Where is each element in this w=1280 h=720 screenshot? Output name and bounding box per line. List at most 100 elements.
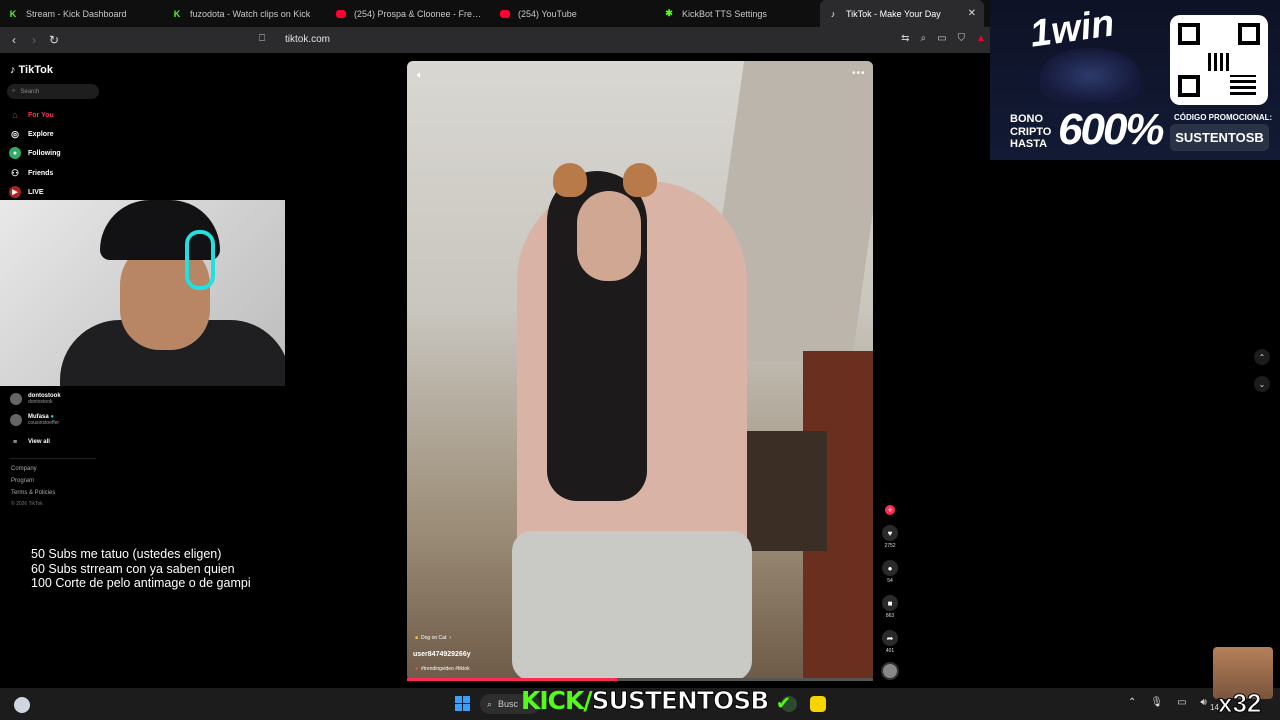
ad-percent: 600% bbox=[1058, 105, 1165, 154]
nav-following[interactable]: ● Following bbox=[9, 146, 129, 160]
tab-label: Stream - Kick Dashboard bbox=[26, 8, 127, 19]
goal-line: 50 Subs me tatuo (ustedes eligen) bbox=[31, 547, 222, 561]
video-progress-bar[interactable] bbox=[407, 678, 873, 681]
qr-pattern bbox=[1230, 75, 1256, 95]
sub-multiplier: x32 bbox=[1217, 688, 1262, 719]
shield-icon[interactable]: ⛉ bbox=[958, 33, 966, 44]
hashtag-text: #trendingvideo #tiktok bbox=[421, 666, 470, 672]
ad-helmet-graphic bbox=[1040, 48, 1140, 103]
nav-label: Explore bbox=[28, 130, 54, 138]
view-all-label: View all bbox=[28, 439, 50, 445]
compass-icon: ◎ bbox=[11, 128, 19, 139]
search-input[interactable]: ⌕ Search bbox=[7, 84, 99, 99]
nav-explore[interactable]: ◎ Explore bbox=[9, 127, 129, 141]
goal-line: 60 Subs strream con ya saben quien bbox=[31, 561, 235, 576]
tab-fuzodota-clips[interactable]: K fuzodota - Watch clips on Kick bbox=[164, 0, 328, 27]
dog-ear-filter-left bbox=[553, 163, 587, 197]
speaker-icon[interactable]: 🔊︎ bbox=[1201, 697, 1207, 708]
tab-youtube-prospa[interactable]: (254) Prospa & Cloonee - Free Your bbox=[328, 0, 492, 27]
music-disc-icon[interactable] bbox=[881, 662, 899, 680]
previous-video-button[interactable]: ⌃ bbox=[1254, 349, 1270, 365]
youtube-icon bbox=[336, 9, 346, 18]
hashtag-emoji-icon: ● bbox=[415, 666, 419, 672]
video-person-face bbox=[577, 191, 641, 281]
url-field[interactable]: tiktok.com bbox=[285, 34, 330, 45]
windows-start-icon[interactable] bbox=[455, 696, 470, 711]
effect-tag[interactable]: ■ Dog on Cat › bbox=[415, 635, 451, 641]
save-button[interactable]: ■ 863 bbox=[880, 595, 900, 619]
comment-button[interactable]: ● 54 bbox=[880, 560, 900, 584]
chevron-up-icon: ⌃ bbox=[1258, 352, 1266, 362]
following-account[interactable]: Mufasa ● cousinstoeffer bbox=[10, 414, 59, 426]
video-hashtags[interactable]: ● #trendingvideo #tiktok bbox=[415, 666, 470, 672]
chevron-down-icon: ⌄ bbox=[1258, 379, 1266, 389]
footer-terms[interactable]: Terms & Policies bbox=[11, 490, 55, 496]
tiktok-logo[interactable]: ♪ TikTok bbox=[10, 64, 53, 76]
more-options-icon[interactable]: ••• bbox=[852, 68, 866, 79]
network-icon[interactable]: ▭ bbox=[1177, 697, 1186, 708]
weather-widget-icon[interactable] bbox=[14, 697, 30, 713]
footer-program[interactable]: Program bbox=[11, 478, 34, 484]
tiktok-icon: ♪ bbox=[830, 8, 836, 19]
zoom-icon[interactable]: ⌕ bbox=[921, 33, 927, 44]
share-button[interactable]: ➦ 401 bbox=[880, 630, 900, 654]
volume-icon[interactable]: 🔈︎ bbox=[417, 70, 423, 81]
extension-icon[interactable]: ▲ bbox=[976, 33, 986, 44]
streamer-webcam bbox=[0, 200, 285, 386]
back-arrow-icon[interactable]: ‹ bbox=[4, 33, 24, 47]
qr-finder bbox=[1178, 23, 1200, 45]
nav-for-you[interactable]: ⌂ For You bbox=[9, 108, 129, 122]
kick-icon: K bbox=[173, 8, 181, 19]
youtube-icon bbox=[500, 9, 510, 18]
nav-friends[interactable]: ⚇ Friends bbox=[9, 166, 129, 180]
share-icon: ➦ bbox=[882, 630, 898, 646]
footer-copyright: © 2026 TikTok bbox=[11, 501, 43, 507]
tab-tiktok[interactable]: ♪ TikTok - Make Your Day ✕ bbox=[820, 0, 984, 27]
ad-code-label: CÓDIGO PROMOCIONAL: bbox=[1174, 113, 1273, 122]
tab-youtube[interactable]: (254) YouTube bbox=[492, 0, 656, 27]
kick-banner-name: SUSTENTOSB bbox=[591, 686, 770, 716]
qr-pattern bbox=[1208, 53, 1230, 71]
ad-bono-line: HASTA bbox=[1010, 138, 1048, 150]
video-player[interactable] bbox=[407, 61, 873, 681]
comment-icon: ● bbox=[882, 560, 898, 576]
tab-label: (254) Prospa & Cloonee - Free Your bbox=[354, 8, 484, 19]
forward-arrow-icon[interactable]: › bbox=[24, 33, 44, 47]
sticky-notes-icon[interactable] bbox=[810, 696, 826, 712]
following-icon: ● bbox=[9, 147, 21, 159]
following-account[interactable]: dontostook dontostook bbox=[10, 393, 61, 405]
tab-label: KickBot TTS Settings bbox=[682, 8, 767, 19]
reload-icon[interactable]: ↻ bbox=[44, 33, 64, 47]
cast-icon[interactable]: ▭ bbox=[937, 33, 946, 44]
chevron-up-icon[interactable]: ⌃ bbox=[1128, 697, 1136, 708]
tab-kick-dashboard[interactable]: K Stream - Kick Dashboard bbox=[0, 0, 164, 27]
close-tab-icon[interactable]: ✕ bbox=[968, 8, 976, 19]
tab-label: (254) YouTube bbox=[518, 8, 577, 19]
tiktok-logo-text: TikTok bbox=[18, 64, 53, 76]
avatar bbox=[10, 393, 22, 405]
translate-icon[interactable]: ⇆ bbox=[901, 33, 909, 44]
view-all-link[interactable]: ≡ View all bbox=[9, 435, 129, 449]
ad-bonus-text: BONO CRIPTO HASTA bbox=[1010, 113, 1051, 151]
next-video-button[interactable]: ⌄ bbox=[1254, 376, 1270, 392]
like-count: 2752 bbox=[884, 543, 896, 549]
comment-count: 54 bbox=[887, 578, 893, 584]
start-tile bbox=[463, 704, 470, 711]
live-icon: ▶ bbox=[9, 186, 21, 198]
qr-finder bbox=[1178, 75, 1200, 97]
follow-plus-icon[interactable]: + bbox=[885, 505, 895, 515]
ad-bono-line: BONO bbox=[1010, 113, 1043, 125]
tab-kickbot-tts[interactable]: ✱ KickBot TTS Settings bbox=[656, 0, 820, 27]
footer-company[interactable]: Company bbox=[11, 466, 37, 472]
bookmark-icon[interactable]: ⎕ bbox=[259, 33, 265, 44]
taskbar-search-text: Busc bbox=[498, 699, 519, 709]
microphone-icon[interactable]: 🎙︎ bbox=[1150, 697, 1163, 708]
qr-code-icon bbox=[1170, 15, 1268, 105]
like-button[interactable]: ♥ 2752 bbox=[880, 525, 900, 549]
start-tile bbox=[455, 704, 462, 711]
video-username[interactable]: user8474929266y bbox=[413, 651, 471, 658]
avatar bbox=[10, 414, 22, 426]
verified-check-icon: ✔ bbox=[775, 693, 791, 714]
nav-live[interactable]: ▶ LIVE bbox=[9, 185, 129, 199]
account-handle: dontostook bbox=[28, 399, 53, 405]
